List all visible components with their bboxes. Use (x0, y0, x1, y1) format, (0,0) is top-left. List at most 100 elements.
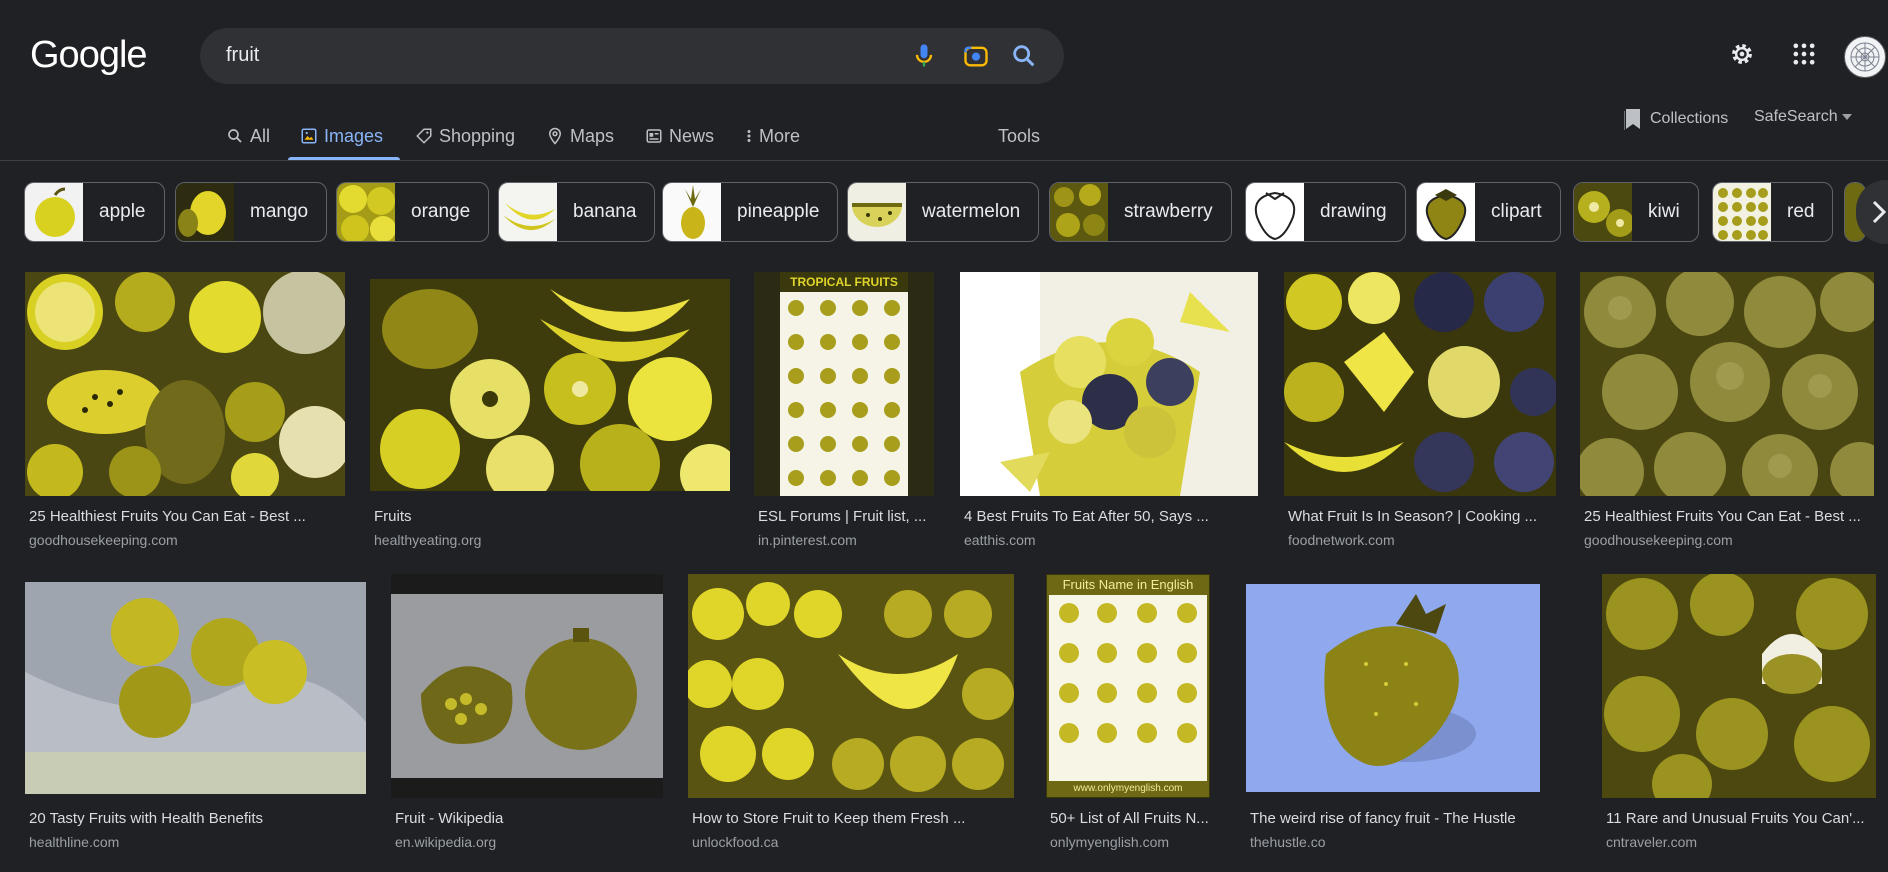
drawing-thumbnail (1246, 183, 1304, 241)
image-result[interactable]: Fruits Name in English www.onlymyenglish… (1046, 574, 1226, 854)
clipart-thumbnail (1417, 183, 1475, 241)
result-image[interactable] (391, 574, 663, 798)
chip-orange[interactable]: orange (336, 182, 490, 242)
tab-label: Images (324, 125, 384, 146)
image-result[interactable]: Fruit - Wikipedia en.wikipedia.org (391, 574, 663, 854)
result-image[interactable] (25, 582, 366, 794)
result-title[interactable]: What Fruit Is In Season? | Cooking ... (1288, 508, 1537, 525)
pineapple-thumbnail (663, 183, 721, 241)
chevron-right-icon (1872, 200, 1886, 224)
safesearch-dropdown[interactable]: SafeSearch (1754, 108, 1852, 126)
chip-drawing[interactable]: drawing (1245, 182, 1406, 242)
result-image[interactable] (1246, 584, 1540, 792)
result-title[interactable]: Fruit - Wikipedia (395, 810, 503, 827)
image-result[interactable]: TROPICAL FRUITS ESL Forums | Fruit list,… (754, 272, 938, 552)
tab-news[interactable]: News (645, 112, 714, 160)
search-box[interactable]: fruit (200, 28, 1064, 84)
image-result[interactable]: What Fruit Is In Season? | Cooking ... f… (1284, 272, 1560, 552)
poster-title: TROPICAL FRUITS (780, 272, 908, 292)
result-title[interactable]: 11 Rare and Unusual Fruits You Can'... (1606, 810, 1865, 827)
collections-button[interactable]: Collections (1624, 108, 1728, 130)
image-result[interactable]: 25 Healthiest Fruits You Can Eat - Best … (25, 272, 345, 552)
chip-label: mango (250, 201, 309, 222)
result-image[interactable] (25, 272, 345, 496)
chip-pineapple[interactable]: pineapple (662, 182, 839, 242)
image-result[interactable]: How to Store Fruit to Keep them Fresh ..… (688, 574, 1020, 854)
chip-mango[interactable]: mango (175, 182, 328, 242)
chip-clipart[interactable]: clipart (1416, 182, 1561, 242)
chip-apple[interactable]: apple (24, 182, 165, 242)
result-site[interactable]: goodhousekeeping.com (1584, 532, 1733, 548)
result-title[interactable]: How to Store Fruit to Keep them Fresh ..… (692, 810, 965, 827)
image-result[interactable]: Fruits healthyeating.org (370, 272, 730, 552)
result-site[interactable]: foodnetwork.com (1288, 532, 1395, 548)
result-title[interactable]: 20 Tasty Fruits with Health Benefits (29, 810, 263, 827)
account-avatar[interactable] (1844, 36, 1886, 78)
chip-label: strawberry (1124, 201, 1213, 222)
tab-shopping[interactable]: Shopping (415, 112, 515, 160)
collections-label: Collections (1650, 110, 1729, 127)
tab-images[interactable]: Images (300, 112, 383, 160)
result-site[interactable]: goodhousekeeping.com (29, 532, 178, 548)
result-image[interactable]: Fruits Name in English www.onlymyenglish… (1046, 574, 1210, 798)
settings-gear-icon[interactable] (1728, 40, 1756, 68)
chip-label: red (1787, 201, 1815, 222)
result-site[interactable]: onlymyenglish.com (1050, 834, 1169, 850)
result-title[interactable]: 25 Healthiest Fruits You Can Eat - Best … (29, 508, 306, 525)
poster-footer: www.onlymyenglish.com (1073, 783, 1183, 794)
result-site[interactable]: cntraveler.com (1606, 834, 1697, 850)
tab-more[interactable]: More (745, 112, 800, 160)
search-tabs: All Images Shopping Maps News More Tools (0, 112, 1888, 160)
chip-banana[interactable]: banana (498, 182, 656, 242)
result-image[interactable] (1580, 272, 1874, 496)
result-site[interactable]: healthline.com (29, 834, 119, 850)
poster-title: Fruits Name in English (1062, 577, 1194, 592)
chip-watermelon[interactable]: watermelon (847, 182, 1040, 242)
result-site[interactable]: in.pinterest.com (758, 532, 857, 548)
result-image[interactable]: TROPICAL FRUITS (754, 272, 934, 496)
chip-label: drawing (1320, 201, 1387, 222)
result-image[interactable] (1602, 574, 1876, 798)
result-title[interactable]: 25 Healthiest Fruits You Can Eat - Best … (1584, 508, 1861, 525)
tools-button[interactable]: Tools (998, 112, 1040, 160)
result-site[interactable]: eatthis.com (964, 532, 1036, 548)
tab-maps[interactable]: Maps (546, 112, 614, 160)
result-image[interactable] (1284, 272, 1556, 496)
result-title[interactable]: 4 Best Fruits To Eat After 50, Says ... (964, 508, 1209, 525)
image-result[interactable]: 25 Healthiest Fruits You Can Eat - Best … (1580, 272, 1876, 552)
chip-strawberry[interactable]: strawberry (1049, 182, 1232, 242)
result-image[interactable] (688, 574, 1014, 798)
red-thumbnail (1713, 183, 1771, 241)
microphone-icon[interactable] (910, 42, 938, 70)
search-icon[interactable] (1010, 42, 1038, 70)
result-title[interactable]: The weird rise of fancy fruit - The Hust… (1250, 810, 1516, 827)
result-title[interactable]: 50+ List of All Fruits N... (1050, 810, 1209, 827)
result-site[interactable]: en.wikipedia.org (395, 834, 496, 850)
image-result[interactable]: The weird rise of fancy fruit - The Hust… (1246, 574, 1544, 854)
result-image[interactable] (960, 272, 1258, 496)
tools-label: Tools (998, 125, 1041, 146)
image-result[interactable]: 20 Tasty Fruits with Health Benefits hea… (25, 574, 369, 854)
more-vert-icon (747, 130, 751, 142)
apps-grid-icon[interactable] (1790, 40, 1818, 68)
result-title[interactable]: ESL Forums | Fruit list, ... (758, 508, 926, 525)
result-image[interactable] (370, 279, 730, 491)
result-site[interactable]: thehustle.co (1250, 834, 1326, 850)
chip-kiwi[interactable]: kiwi (1573, 182, 1699, 242)
search-input[interactable]: fruit (226, 44, 259, 67)
camera-search-icon[interactable] (962, 42, 990, 70)
banana-thumbnail (499, 183, 557, 241)
result-site[interactable]: healthyeating.org (374, 532, 481, 548)
google-logo[interactable]: Google (30, 34, 148, 77)
tab-all[interactable]: All (226, 112, 270, 160)
image-result[interactable]: 4 Best Fruits To Eat After 50, Says ... … (960, 272, 1260, 552)
orange-thumbnail (337, 183, 395, 241)
apple-thumbnail (25, 183, 83, 241)
image-icon (301, 128, 317, 144)
image-result[interactable]: 11 Rare and Unusual Fruits You Can'... c… (1602, 574, 1878, 854)
result-title[interactable]: Fruits (374, 508, 412, 525)
chip-red[interactable]: red (1712, 182, 1834, 242)
avatar-pattern-icon (1850, 42, 1880, 72)
result-site[interactable]: unlockfood.ca (692, 834, 778, 850)
strawberry-thumbnail (1050, 183, 1108, 241)
